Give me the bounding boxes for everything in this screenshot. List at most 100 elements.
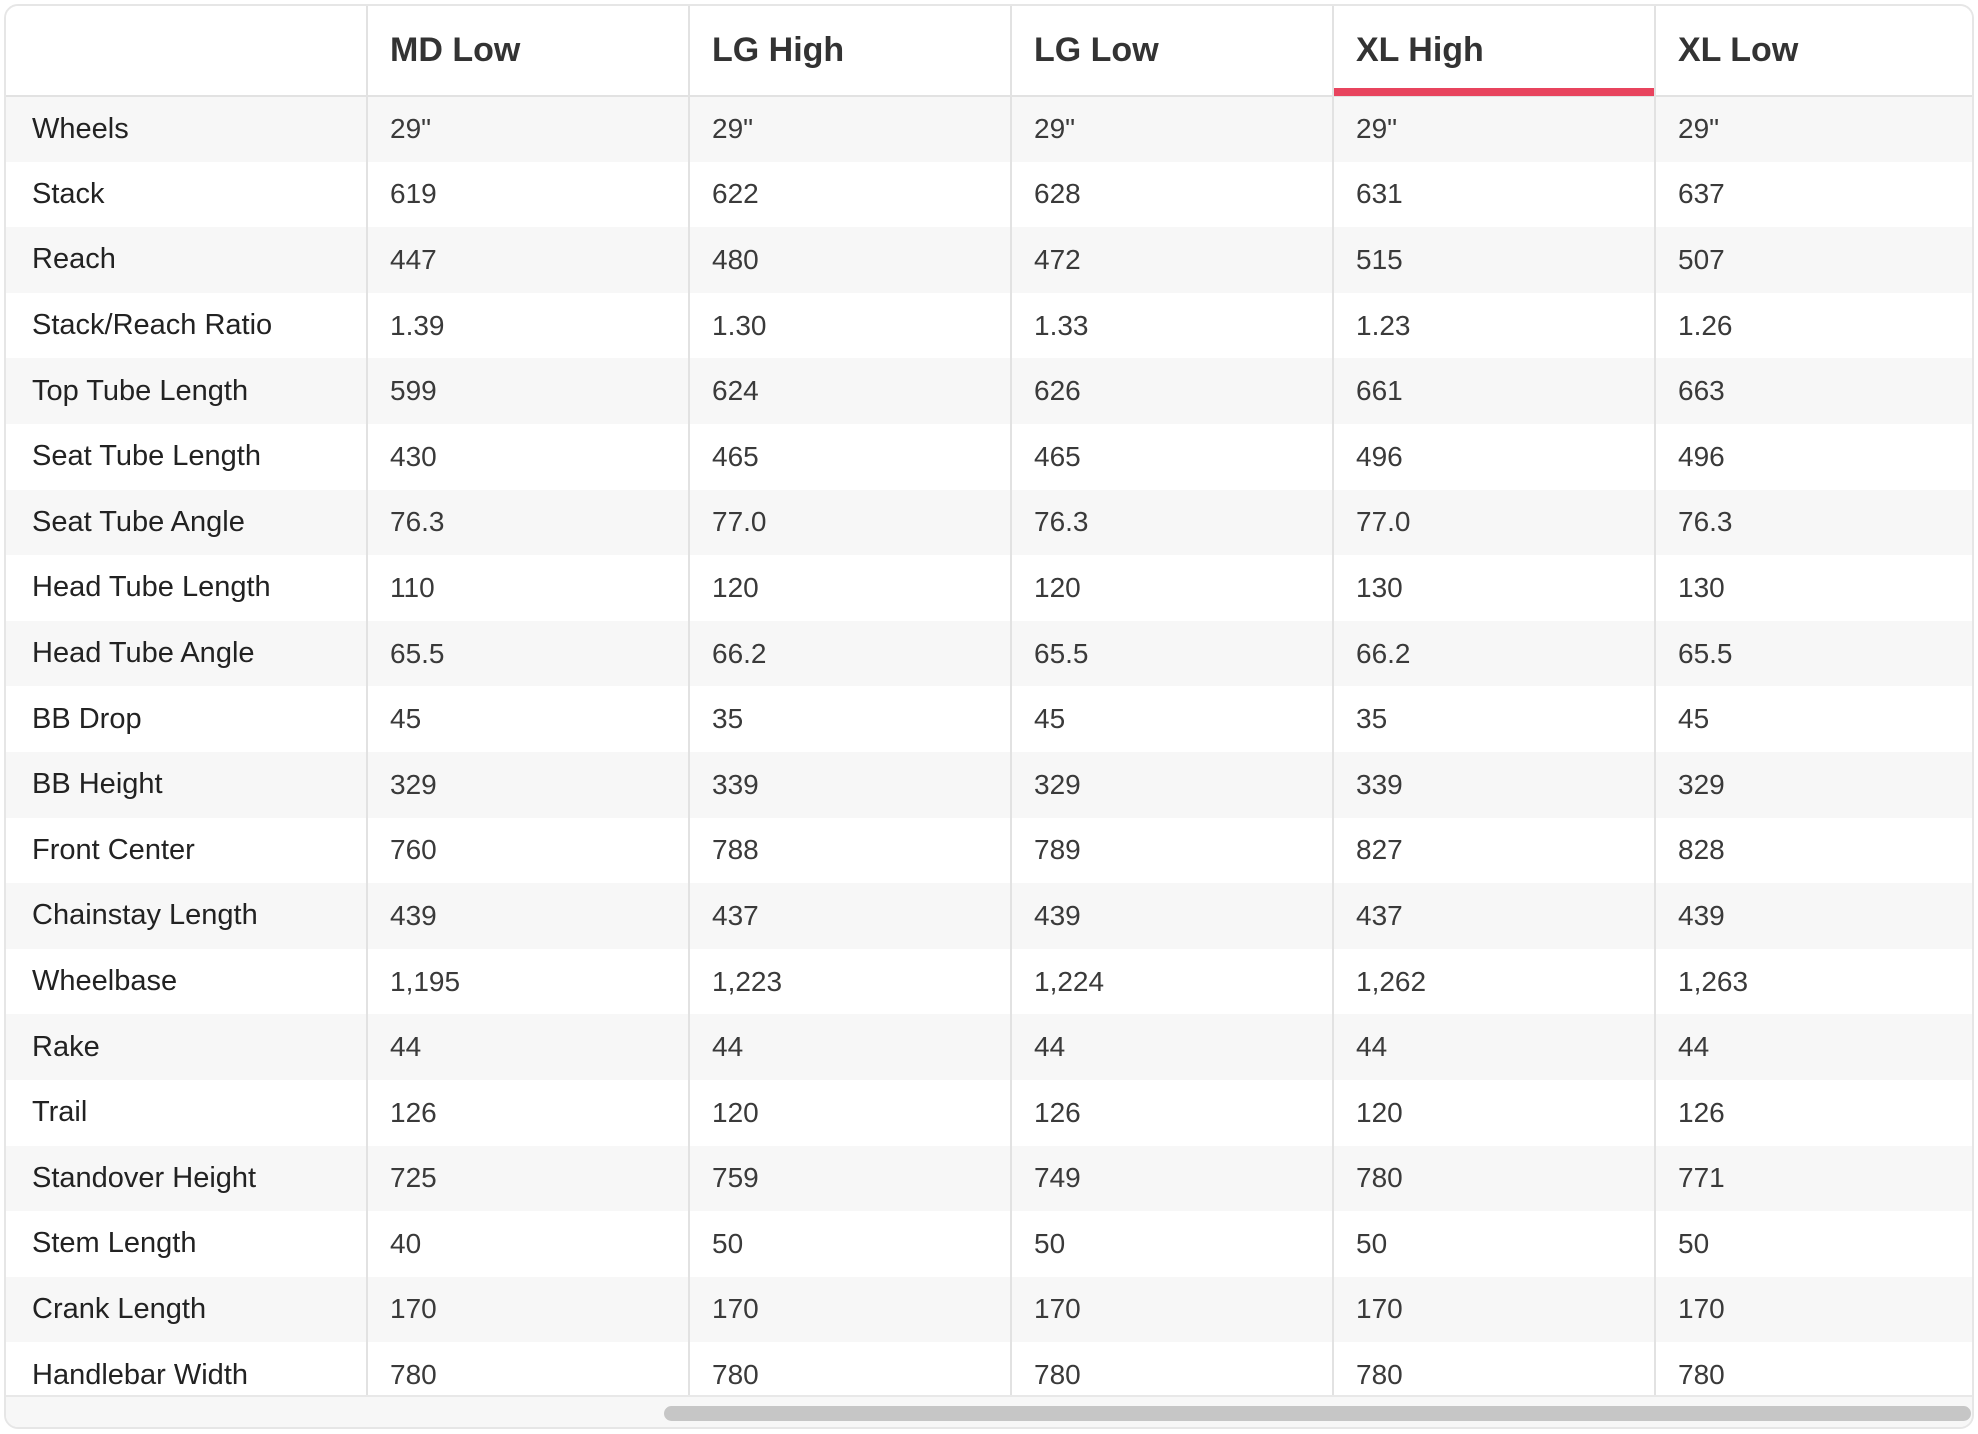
cell-xl-low: 76.3 (1654, 489, 1972, 556)
column-header-xl-high[interactable]: XL High (1332, 6, 1655, 97)
table-row-top-tube-length: Top Tube Length 599 624 626 661 663 (6, 358, 1972, 424)
cell-lg-low: 29" (1010, 96, 1333, 162)
cell-xl-high: 496 (1332, 423, 1655, 490)
row-label: Wheelbase (6, 948, 367, 1015)
table-row-bb-height: BB Height 329 339 329 339 329 (6, 751, 1972, 818)
cell-lg-high: 480 (688, 227, 1011, 293)
cell-lg-high: 624 (688, 358, 1011, 424)
row-label: Reach (6, 227, 367, 293)
cell-lg-low: 126 (1010, 1079, 1333, 1146)
cell-lg-high: 788 (688, 817, 1011, 884)
cell-lg-high: 170 (688, 1276, 1011, 1343)
horizontal-scrollbar-thumb[interactable] (664, 1406, 1971, 1421)
row-label: Seat Tube Length (6, 423, 367, 490)
table-row-wheelbase: Wheelbase 1,195 1,223 1,224 1,262 1,263 (6, 948, 1972, 1015)
cell-lg-high: 437 (688, 883, 1011, 949)
table-row-chainstay-length: Chainstay Length 439 437 439 437 439 (6, 883, 1972, 949)
row-label: Standover Height (6, 1145, 367, 1212)
geometry-table: MD Low LG High LG Low XL High XL Low Whe… (6, 6, 1972, 1408)
cell-lg-low: 44 (1010, 1014, 1333, 1080)
column-header-xl-low[interactable]: XL Low (1654, 6, 1972, 97)
cell-lg-low: 76.3 (1010, 489, 1333, 556)
cell-md-low: 40 (366, 1211, 689, 1277)
cell-lg-low: 628 (1010, 161, 1333, 228)
cell-md-low: 1,195 (366, 948, 689, 1015)
cell-xl-high: 1.23 (1332, 292, 1655, 359)
cell-xl-low: 44 (1654, 1014, 1972, 1080)
cell-xl-low: 507 (1654, 227, 1972, 293)
cell-xl-low: 45 (1654, 686, 1972, 752)
table-body: Wheels 29" 29" 29" 29" 29" Stack 619 622 628 631 63… (6, 96, 1972, 1408)
table-row-stem-length: Stem Length 40 50 50 50 50 (6, 1211, 1972, 1277)
cell-lg-high: 35 (688, 686, 1011, 752)
cell-lg-high: 50 (688, 1211, 1011, 1277)
cell-lg-low: 1,224 (1010, 948, 1333, 1015)
cell-xl-high: 780 (1332, 1145, 1655, 1212)
row-label: Stack/Reach Ratio (6, 292, 367, 359)
cell-xl-high: 66.2 (1332, 620, 1655, 687)
column-header-lg-low[interactable]: LG Low (1010, 6, 1333, 97)
cell-lg-low: 749 (1010, 1145, 1333, 1212)
cell-lg-low: 329 (1010, 751, 1333, 818)
row-label: Stack (6, 161, 367, 228)
cell-xl-high: 44 (1332, 1014, 1655, 1080)
cell-lg-low: 1.33 (1010, 292, 1333, 359)
cell-lg-low: 65.5 (1010, 620, 1333, 687)
cell-md-low: 170 (366, 1276, 689, 1343)
cell-lg-high: 29" (688, 96, 1011, 162)
cell-lg-low: 465 (1010, 423, 1333, 490)
cell-xl-high: 170 (1332, 1276, 1655, 1343)
cell-md-low: 1.39 (366, 292, 689, 359)
cell-md-low: 29" (366, 96, 689, 162)
row-label: Rake (6, 1014, 367, 1080)
table-row-stack-reach-ratio: Stack/Reach Ratio 1.39 1.30 1.33 1.23 1.26 (6, 292, 1972, 359)
cell-xl-low: 1,263 (1654, 948, 1972, 1015)
cell-lg-low: 439 (1010, 883, 1333, 949)
table-row-standover-height: Standover Height 725 759 749 780 771 (6, 1145, 1972, 1212)
cell-xl-low: 637 (1654, 161, 1972, 228)
row-label: Chainstay Length (6, 883, 367, 949)
cell-md-low: 44 (366, 1014, 689, 1080)
cell-xl-low: 29" (1654, 96, 1972, 162)
cell-lg-high: 120 (688, 1079, 1011, 1146)
cell-lg-high: 622 (688, 161, 1011, 228)
cell-lg-low: 626 (1010, 358, 1333, 424)
header-corner-cell (6, 6, 367, 97)
row-label: Trail (6, 1079, 367, 1146)
table-row-rake: Rake 44 44 44 44 44 (6, 1014, 1972, 1080)
cell-xl-low: 828 (1654, 817, 1972, 884)
cell-md-low: 126 (366, 1079, 689, 1146)
cell-xl-high: 827 (1332, 817, 1655, 884)
cell-md-low: 447 (366, 227, 689, 293)
table-row-trail: Trail 126 120 126 120 126 (6, 1079, 1972, 1146)
table-row-front-center: Front Center 760 788 789 827 828 (6, 817, 1972, 884)
cell-md-low: 439 (366, 883, 689, 949)
row-label: Head Tube Angle (6, 620, 367, 687)
row-label: Head Tube Length (6, 555, 367, 621)
cell-md-low: 430 (366, 423, 689, 490)
row-label: Stem Length (6, 1211, 367, 1277)
cell-xl-low: 170 (1654, 1276, 1972, 1343)
cell-xl-low: 439 (1654, 883, 1972, 949)
column-header-lg-high[interactable]: LG High (688, 6, 1011, 97)
cell-md-low: 760 (366, 817, 689, 884)
table-row-bb-drop: BB Drop 45 35 45 35 45 (6, 686, 1972, 752)
cell-md-low: 65.5 (366, 620, 689, 687)
horizontal-scrollbar-track[interactable] (6, 1395, 1972, 1427)
cell-xl-high: 661 (1332, 358, 1655, 424)
cell-xl-high: 515 (1332, 227, 1655, 293)
cell-xl-high: 130 (1332, 555, 1655, 621)
cell-md-low: 76.3 (366, 489, 689, 556)
cell-xl-low: 771 (1654, 1145, 1972, 1212)
cell-lg-low: 472 (1010, 227, 1333, 293)
cell-xl-high: 77.0 (1332, 489, 1655, 556)
cell-md-low: 45 (366, 686, 689, 752)
cell-md-low: 725 (366, 1145, 689, 1212)
cell-xl-high: 339 (1332, 751, 1655, 818)
cell-lg-low: 170 (1010, 1276, 1333, 1343)
row-label: Seat Tube Angle (6, 489, 367, 556)
column-header-md-low[interactable]: MD Low (366, 6, 689, 97)
cell-xl-high: 1,262 (1332, 948, 1655, 1015)
table-row-stack: Stack 619 622 628 631 637 (6, 161, 1972, 228)
cell-xl-low: 50 (1654, 1211, 1972, 1277)
